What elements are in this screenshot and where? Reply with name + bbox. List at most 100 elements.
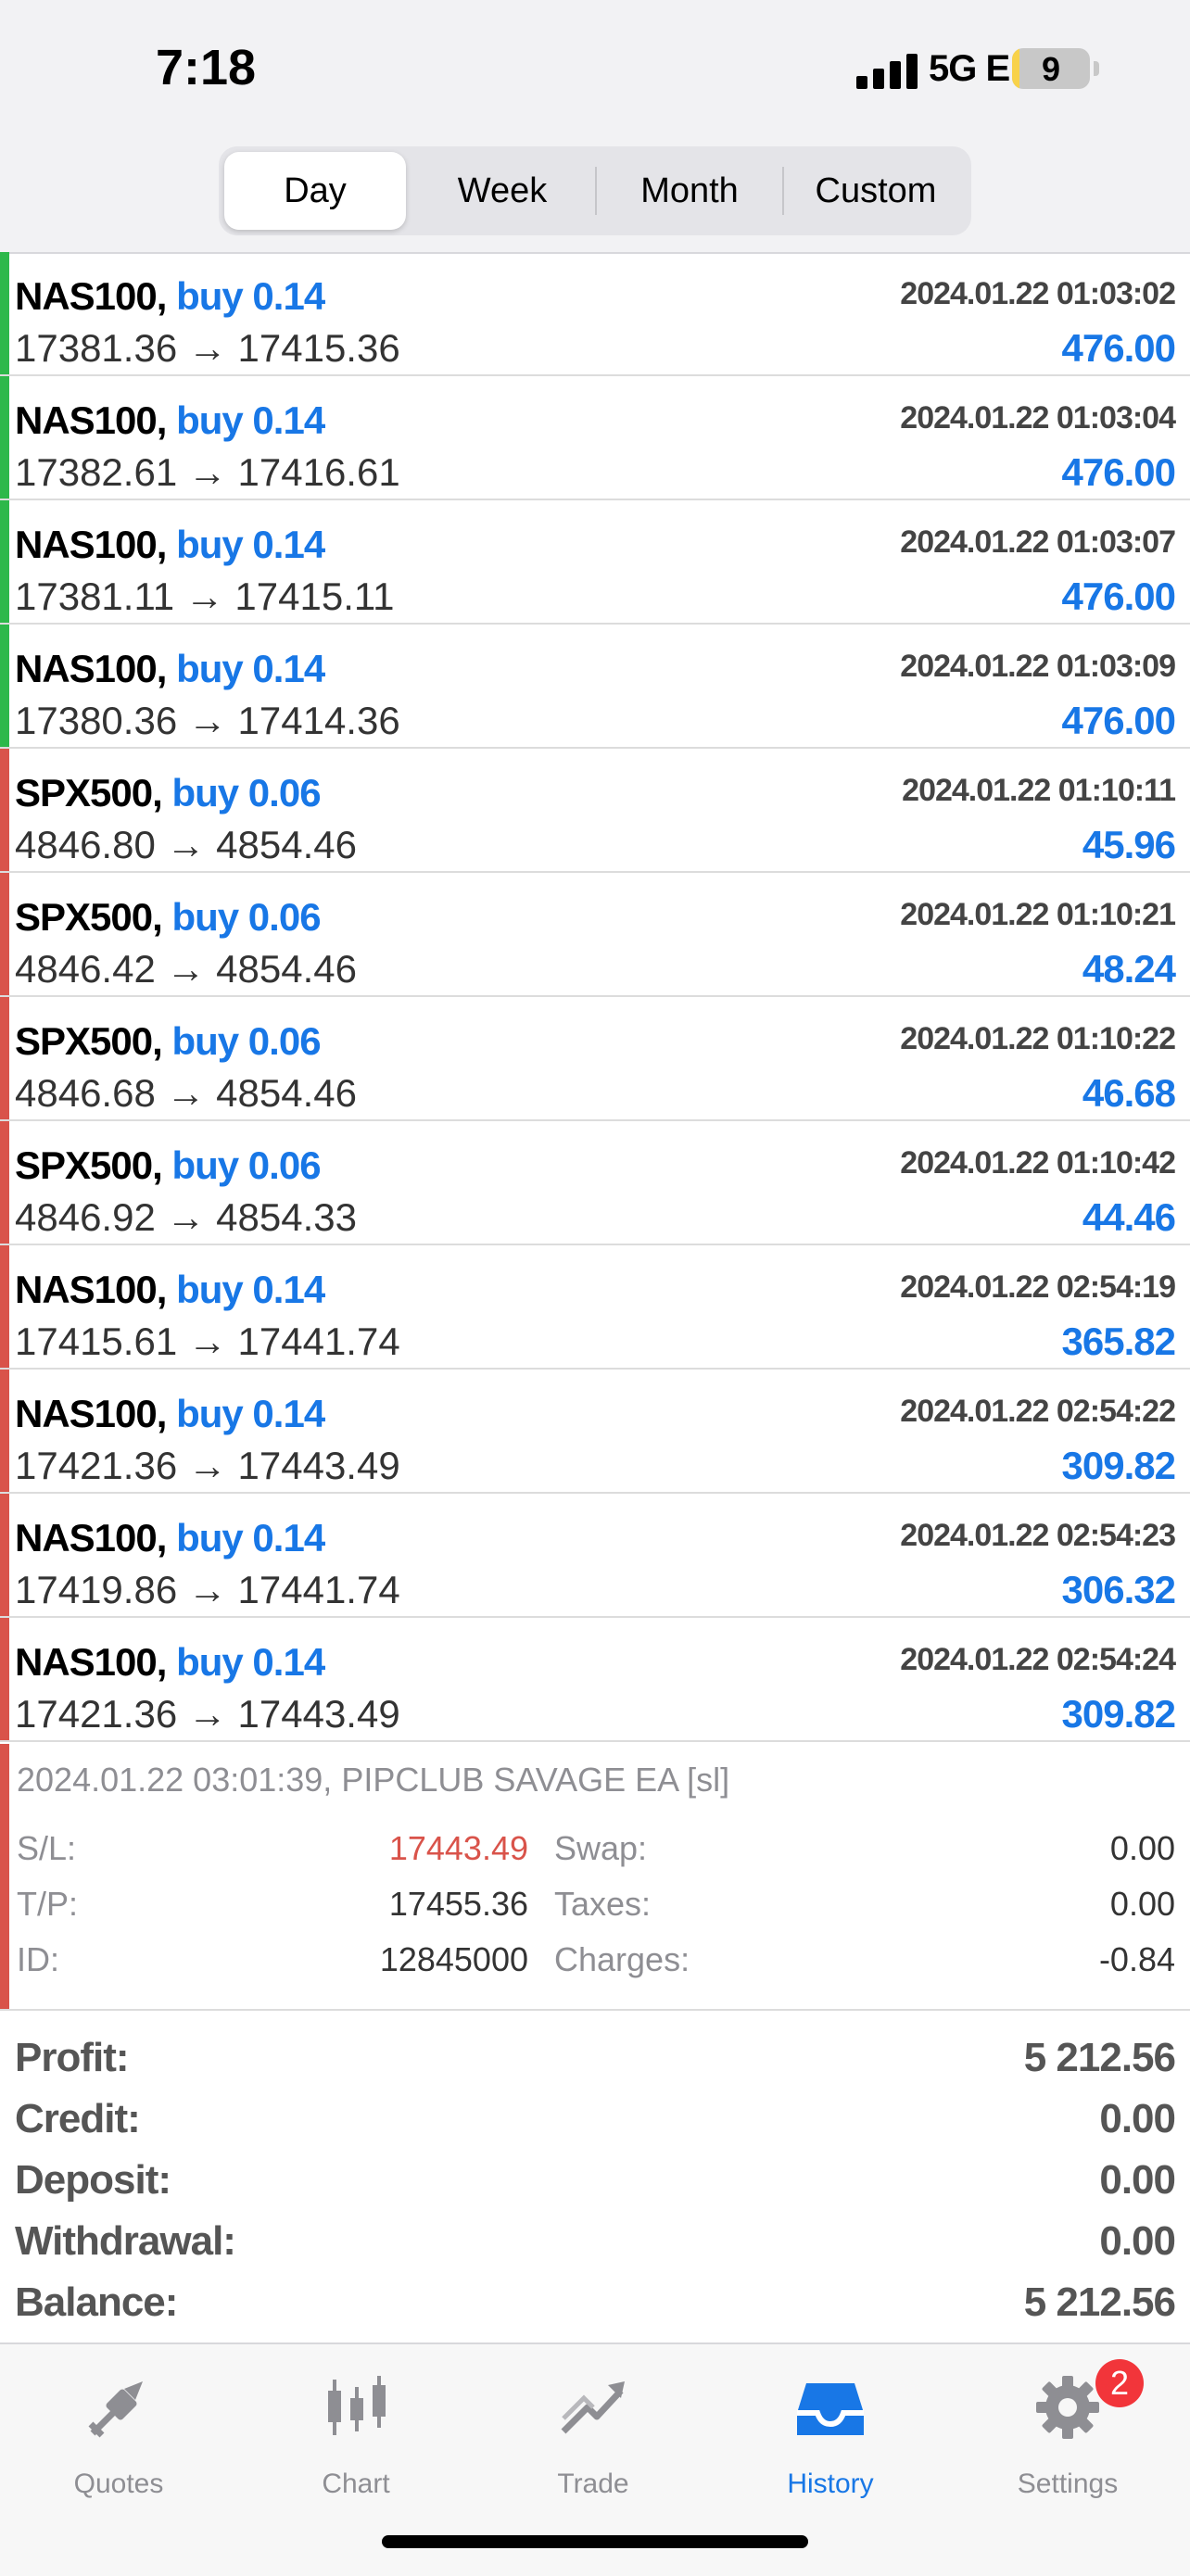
battery-cap <box>1094 61 1099 76</box>
segment-day[interactable]: Day <box>224 152 406 230</box>
deal-symbol-name: SPX500, <box>15 1143 163 1187</box>
deal-symbol: NAS100, buy 0.14 <box>15 647 325 691</box>
tp-value: 17455.36 <box>388 1885 528 1923</box>
deposit-value: 0.00 <box>1099 2157 1176 2203</box>
deal-row[interactable]: NAS100, buy 0.14 17381.11 → 17415.11 2024.… <box>0 500 1190 625</box>
taxes-label: Taxes: <box>554 1885 652 1923</box>
deal-time: 2024.01.22 01:03:09 <box>900 649 1176 684</box>
deal-time: 2024.01.22 02:54:24 <box>900 1642 1176 1677</box>
deal-symbol: NAS100, buy 0.14 <box>15 523 325 567</box>
deal-row[interactable]: NAS100, buy 0.14 17415.61 → 17441.74 2024.… <box>0 1245 1190 1370</box>
deal-side: buy 0.06 <box>171 1143 321 1187</box>
deal-color-bar <box>0 1245 9 1368</box>
profit-value: 5 212.56 <box>1023 2035 1176 2080</box>
segment-custom[interactable]: Custom <box>786 152 966 230</box>
deal-symbol: NAS100, buy 0.14 <box>15 1516 325 1560</box>
deal-side: buy 0.06 <box>171 771 321 814</box>
deal-row[interactable]: NAS100, buy 0.14 17421.36 → 17443.49 2024.… <box>0 1618 1190 1742</box>
deal-symbol: NAS100, buy 0.14 <box>15 398 325 443</box>
deal-details: 2024.01.22 03:01:39, PIPCLUB SAVAGE EA [… <box>0 1744 1190 2009</box>
taxes-value: 0.00 <box>1109 1885 1175 1923</box>
deal-color-bar <box>0 997 9 1119</box>
sl-label: S/L: <box>17 1829 77 1867</box>
deal-side: buy 0.14 <box>176 523 325 566</box>
deal-comment: 2024.01.22 03:01:39, PIPCLUB SAVAGE EA [… <box>17 1761 730 1799</box>
period-selector-bar: Day Week Month Custom <box>0 139 1190 254</box>
battery-level: 9 <box>1041 50 1061 88</box>
deal-symbol-name: NAS100, <box>15 1516 167 1559</box>
deal-color-bar <box>0 376 9 499</box>
deal-time: 2024.01.22 02:54:23 <box>900 1518 1176 1553</box>
deal-symbol: SPX500, buy 0.06 <box>15 1143 322 1188</box>
deal-symbol: SPX500, buy 0.06 <box>15 771 322 815</box>
deal-symbol-name: NAS100, <box>15 274 167 318</box>
deal-symbol-name: NAS100, <box>15 1268 167 1311</box>
deal-symbol: SPX500, buy 0.06 <box>15 1019 322 1064</box>
home-indicator[interactable] <box>382 2535 808 2548</box>
deal-time: 2024.01.22 02:54:19 <box>900 1269 1176 1305</box>
deal-side: buy 0.06 <box>171 895 321 939</box>
deal-symbol-name: NAS100, <box>15 647 167 690</box>
deal-row[interactable]: SPX500, buy 0.06 4846.68 → 4854.46 2024.01… <box>0 997 1190 1121</box>
deal-side: buy 0.14 <box>176 647 325 690</box>
deal-symbol: NAS100, buy 0.14 <box>15 274 325 319</box>
tab-settings[interactable]: 2 Settings <box>949 2359 1186 2502</box>
deal-symbol-name: SPX500, <box>15 1019 163 1063</box>
history-summary: Profit: 5 212.56 Credit: 0.00 Deposit: 0… <box>0 2009 1190 2344</box>
deal-prices: 4846.42 → 4854.46 <box>15 947 357 991</box>
deal-side: buy 0.14 <box>176 1392 325 1435</box>
trade-icon <box>561 2381 625 2434</box>
deal-side: buy 0.06 <box>171 1019 321 1063</box>
deal-symbol: NAS100, buy 0.14 <box>15 1268 325 1312</box>
deal-row[interactable]: NAS100, buy 0.14 17381.36 → 17415.36 2024.… <box>0 252 1190 376</box>
tab-quotes[interactable]: Quotes <box>0 2363 237 2502</box>
segment-divider <box>595 167 597 215</box>
tab-label: Settings <box>1017 2469 1119 2499</box>
deal-profit: 306.32 <box>1061 1568 1176 1611</box>
deal-time: 2024.01.22 01:03:02 <box>900 276 1176 311</box>
deal-row[interactable]: NAS100, buy 0.14 17382.61 → 17416.61 2024.… <box>0 376 1190 500</box>
deal-symbol: NAS100, buy 0.14 <box>15 1392 325 1436</box>
deal-color-bar <box>0 500 9 623</box>
withdrawal-value: 0.00 <box>1099 2218 1176 2264</box>
deal-time: 2024.01.22 02:54:22 <box>900 1394 1176 1429</box>
deal-row[interactable]: SPX500, buy 0.06 4846.42 → 4854.46 2024.01… <box>0 873 1190 997</box>
tab-chart[interactable]: Chart <box>237 2363 475 2502</box>
deal-row[interactable]: SPX500, buy 0.06 4846.92 → 4854.33 2024.01… <box>0 1121 1190 1245</box>
period-segmented-control: Day Week Month Custom <box>219 146 971 235</box>
tab-history[interactable]: History <box>712 2363 949 2502</box>
deal-symbol-name: NAS100, <box>15 1392 167 1435</box>
deal-prices: 17421.36 → 17443.49 <box>15 1444 400 1487</box>
network-type: 5G E <box>929 48 1010 89</box>
segment-month[interactable]: Month <box>599 152 780 230</box>
deal-row[interactable]: NAS100, buy 0.14 17380.36 → 17414.36 2024.… <box>0 625 1190 749</box>
deal-color-bar <box>0 252 9 374</box>
charges-value: -0.84 <box>1098 1940 1175 1978</box>
balance-label: Balance: <box>15 2279 178 2325</box>
deal-profit: 476.00 <box>1061 326 1176 370</box>
deal-color-bar <box>0 1618 9 1740</box>
deal-prices: 17415.61 → 17441.74 <box>15 1320 400 1363</box>
deal-side: buy 0.14 <box>176 274 325 318</box>
gear-icon <box>1036 2376 1099 2439</box>
deal-prices: 4846.68 → 4854.46 <box>15 1071 357 1115</box>
deal-time: 2024.01.22 01:03:07 <box>900 524 1176 560</box>
deal-color-bar <box>0 1370 9 1492</box>
deal-profit: 365.82 <box>1061 1320 1176 1363</box>
deal-row[interactable]: SPX500, buy 0.06 4846.80 → 4854.46 2024.01… <box>0 749 1190 873</box>
deal-row[interactable]: NAS100, buy 0.14 17421.36 → 17443.49 2024.… <box>0 1370 1190 1494</box>
deal-color-bar <box>0 749 9 871</box>
segment-week[interactable]: Week <box>411 152 593 230</box>
deal-profit: 48.24 <box>1082 947 1176 991</box>
deal-profit: 476.00 <box>1061 699 1176 742</box>
deal-prices: 17380.36 → 17414.36 <box>15 699 400 742</box>
deal-time: 2024.01.22 01:10:42 <box>900 1145 1176 1181</box>
status-bar: 7:18 5G E 9 <box>0 0 1190 139</box>
deal-row[interactable]: NAS100, buy 0.14 17419.86 → 17441.74 2024.… <box>0 1494 1190 1618</box>
credit-label: Credit: <box>15 2096 141 2141</box>
deal-side: buy 0.14 <box>176 1516 325 1559</box>
tab-trade[interactable]: Trade <box>475 2363 712 2502</box>
profit-label: Profit: <box>15 2035 130 2080</box>
quotes-icon <box>88 2381 143 2438</box>
charges-label: Charges: <box>554 1940 690 1978</box>
